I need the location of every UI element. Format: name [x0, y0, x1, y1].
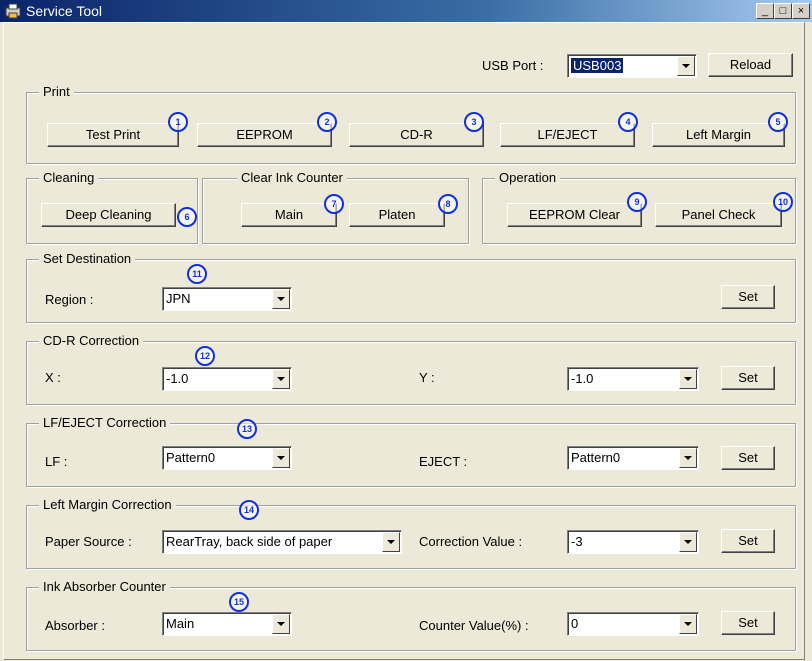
cdr-correction-label: CD-R Correction [39, 333, 144, 348]
marker-1: 1 [168, 112, 188, 132]
marker-5: 5 [768, 112, 788, 132]
usb-port-select[interactable]: USB003 [567, 54, 697, 78]
close-button[interactable]: × [792, 3, 810, 19]
eject-value: Pattern0 [571, 450, 621, 465]
absorber-label: Absorber : [45, 618, 105, 633]
set-destination-group: Set Destination 11 Region : JPN Set [26, 251, 796, 323]
test-print-button[interactable]: Test Print [47, 123, 179, 147]
marker-13: 13 [237, 419, 257, 439]
paper-source-select[interactable]: RearTray, back side of paper [162, 530, 402, 554]
marker-11: 11 [187, 264, 207, 284]
cleaning-group: Cleaning Deep Cleaning 6 [26, 170, 198, 244]
chevron-down-icon[interactable] [677, 56, 695, 76]
x-label: X : [45, 370, 61, 385]
deep-cleaning-button[interactable]: Deep Cleaning [41, 203, 176, 227]
usb-port-value: USB003 [571, 58, 624, 73]
window-title: Service Tool [26, 3, 103, 19]
clear-ink-counter-label: Clear Ink Counter [237, 170, 347, 185]
marker-8: 8 [438, 194, 458, 214]
chevron-down-icon[interactable] [382, 532, 400, 552]
cdr-correction-group: CD-R Correction 12 X : -1.0 Y : -1.0 Set [26, 333, 796, 405]
operation-group: Operation EEPROM Clear Panel Check 9 10 [482, 170, 796, 244]
marker-12: 12 [195, 346, 215, 366]
operation-group-label: Operation [495, 170, 561, 185]
marker-9: 9 [627, 192, 647, 212]
marker-7: 7 [324, 194, 344, 214]
marker-14: 14 [239, 500, 259, 520]
print-group: Print Test Print EEPROM CD-R LF/EJECT Le… [26, 84, 796, 164]
correction-value-select[interactable]: -3 [567, 530, 699, 554]
counter-value-select[interactable]: 0 [567, 612, 699, 636]
y-select[interactable]: -1.0 [567, 367, 699, 391]
absorber-value: Main [166, 616, 195, 631]
app-icon [5, 3, 21, 19]
ink-absorber-counter-label: Ink Absorber Counter [39, 579, 170, 594]
y-value: -1.0 [571, 371, 594, 386]
marker-3: 3 [464, 112, 484, 132]
counter-value: 0 [571, 616, 579, 631]
y-label: Y : [419, 370, 435, 385]
left-margin-correction-label: Left Margin Correction [39, 497, 176, 512]
lf-eject-correction-group: LF/EJECT Correction 13 LF : Pattern0 EJE… [26, 415, 796, 487]
lf-select[interactable]: Pattern0 [162, 446, 292, 470]
chevron-down-icon[interactable] [272, 448, 290, 468]
left-margin-correction-group: Left Margin Correction 14 Paper Source :… [26, 497, 796, 569]
panel-check-button[interactable]: Panel Check [655, 203, 782, 227]
set-destination-label: Set Destination [39, 251, 136, 266]
region-select[interactable]: JPN [162, 287, 292, 311]
counter-value-label: Counter Value(%) : [419, 618, 529, 633]
chevron-down-icon[interactable] [272, 614, 290, 634]
main-counter-button[interactable]: Main [241, 203, 337, 227]
chevron-down-icon[interactable] [272, 369, 290, 389]
print-group-label: Print [39, 84, 74, 99]
clear-ink-counter-group: Clear Ink Counter Main Platen 7 8 [202, 170, 469, 244]
destination-set-button[interactable]: Set [721, 285, 775, 309]
paper-source-value: RearTray, back side of paper [166, 534, 333, 549]
region-value: JPN [166, 291, 191, 306]
x-value: -1.0 [166, 371, 189, 386]
minimize-button[interactable]: _ [756, 3, 774, 19]
correction-value-label: Correction Value : [419, 534, 523, 549]
lf-label: LF : [45, 454, 68, 469]
reload-button[interactable]: Reload [708, 53, 793, 77]
absorber-select[interactable]: Main [162, 612, 292, 636]
maximize-button[interactable]: □ [774, 3, 792, 19]
region-label: Region : [45, 292, 94, 307]
ink-absorber-counter-group: Ink Absorber Counter 15 Absorber : Main … [26, 579, 796, 651]
x-select[interactable]: -1.0 [162, 367, 292, 391]
cleaning-group-label: Cleaning [39, 170, 99, 185]
main-window-body: USB Port : USB003 Reload Print Test Prin… [3, 22, 805, 660]
left-margin-button[interactable]: Left Margin [652, 123, 785, 147]
chevron-down-icon[interactable] [679, 448, 697, 468]
marker-10: 10 [773, 192, 793, 212]
chevron-down-icon[interactable] [679, 532, 697, 552]
marker-15: 15 [229, 592, 249, 612]
paper-source-label: Paper Source : [45, 534, 132, 549]
lf-eject-correction-label: LF/EJECT Correction [39, 415, 171, 430]
cdr-button[interactable]: CD-R [349, 123, 484, 147]
chevron-down-icon[interactable] [679, 614, 697, 634]
chevron-down-icon[interactable] [272, 289, 290, 309]
lf-eject-button[interactable]: LF/EJECT [500, 123, 635, 147]
lf-set-button[interactable]: Set [721, 446, 775, 470]
eeprom-button[interactable]: EEPROM [197, 123, 332, 147]
lf-value: Pattern0 [166, 450, 216, 465]
platen-counter-button[interactable]: Platen [349, 203, 445, 227]
eeprom-clear-button[interactable]: EEPROM Clear [507, 203, 642, 227]
absorber-set-button[interactable]: Set [721, 611, 775, 635]
marker-4: 4 [618, 112, 638, 132]
chevron-down-icon[interactable] [679, 369, 697, 389]
title-bar: Service Tool _ □ × [0, 0, 812, 22]
correction-value: -3 [571, 534, 583, 549]
marker-6: 6 [177, 207, 197, 227]
marker-2: 2 [317, 112, 337, 132]
eject-select[interactable]: Pattern0 [567, 446, 699, 470]
usb-port-label: USB Port : [482, 58, 544, 73]
cdr-set-button[interactable]: Set [721, 366, 775, 390]
left-margin-set-button[interactable]: Set [721, 529, 775, 553]
eject-label: EJECT : [419, 454, 468, 469]
